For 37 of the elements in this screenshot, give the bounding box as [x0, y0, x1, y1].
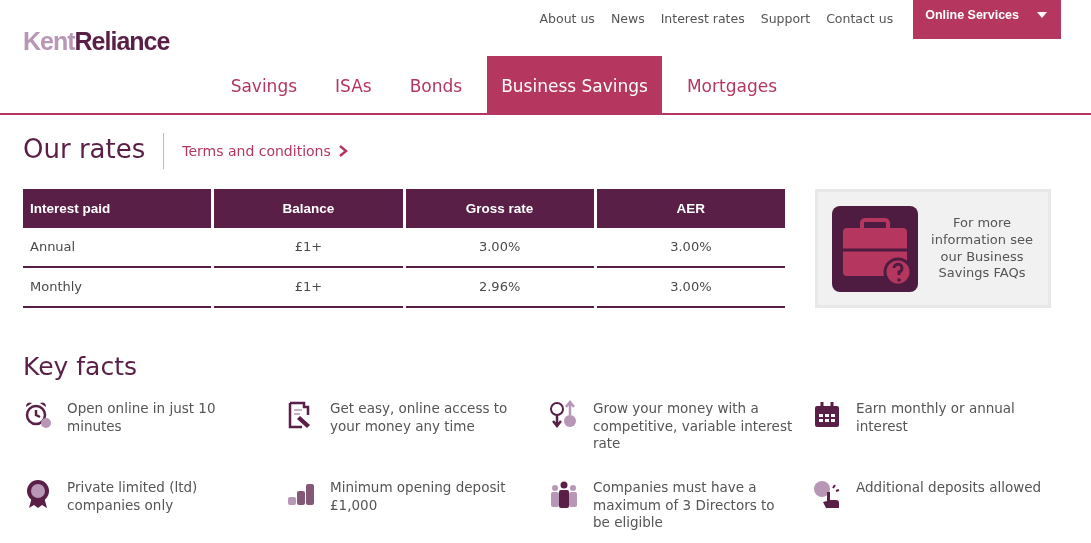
- fact-text: Minimum opening deposit £1,000: [330, 479, 507, 515]
- top-link[interactable]: Contact us: [826, 11, 894, 26]
- faq-text: For more information see our Business Savings FAQs: [930, 214, 1034, 283]
- table-cell: 2.96%: [405, 267, 594, 308]
- table-cell: 3.00%: [596, 227, 785, 268]
- faq-card[interactable]: For more information see our Business Savings FAQs: [815, 189, 1051, 308]
- fact-text: Grow your money with a competitive, variable interest rate: [593, 400, 793, 453]
- fact-text: Open online in just 10 minutes: [67, 400, 217, 436]
- fact-text: Companies must have a maximum of 3 Directors to be eligible: [593, 479, 776, 532]
- section-title: Our rates: [23, 133, 165, 169]
- table-cell: 3.00%: [405, 227, 594, 268]
- table-cell: £1+: [214, 267, 403, 308]
- column-header: Balance: [214, 189, 403, 228]
- column-header: AER: [596, 189, 785, 228]
- nav-tab[interactable]: Business Savings: [487, 56, 662, 115]
- logo[interactable]: KentReliance: [23, 27, 170, 56]
- column-header: Interest paid: [23, 189, 212, 228]
- nav-tab[interactable]: Savings: [211, 56, 317, 115]
- terms-link[interactable]: Terms and conditions: [182, 143, 348, 159]
- nav-tab[interactable]: Bonds: [390, 56, 482, 115]
- nav-tab[interactable]: ISAs: [316, 56, 391, 115]
- fact-text: Additional deposits allowed: [856, 479, 1043, 497]
- table-cell: Monthly: [23, 267, 212, 308]
- table-cell: £1+: [214, 227, 403, 268]
- online-services-button[interactable]: Online Services: [913, 0, 1061, 39]
- table-cell: Annual: [23, 227, 212, 268]
- column-header: Gross rate: [405, 189, 594, 228]
- section-title: Key facts: [23, 352, 138, 381]
- top-link[interactable]: News: [610, 11, 645, 26]
- fact-text: Earn monthly or annual interest: [856, 400, 1016, 436]
- fact-text: Get easy, online access to your money any time: [330, 400, 509, 436]
- top-link[interactable]: Support: [760, 11, 811, 26]
- top-link[interactable]: Interest rates: [660, 11, 745, 26]
- nav-tab[interactable]: Mortgages: [667, 56, 796, 115]
- table-cell: 3.00%: [596, 267, 785, 308]
- top-link[interactable]: About us: [539, 11, 595, 26]
- fact-text: Private limited (ltd) companies only: [67, 479, 199, 515]
